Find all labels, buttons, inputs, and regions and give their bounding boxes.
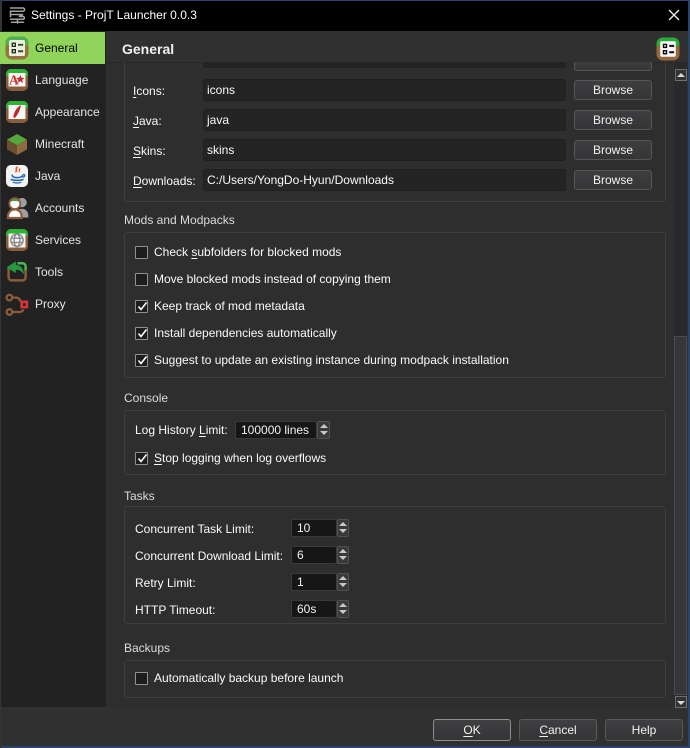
svg-text:A: A [9, 73, 19, 88]
